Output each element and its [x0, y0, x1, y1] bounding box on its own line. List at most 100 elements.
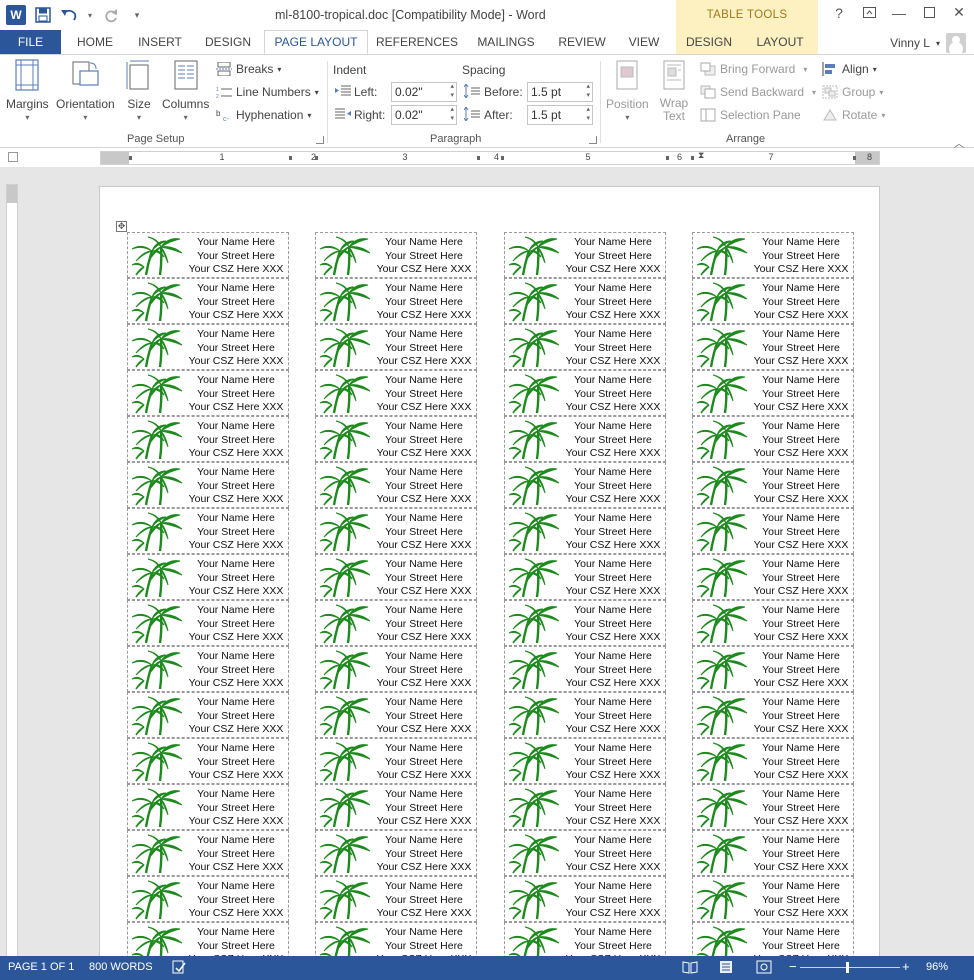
address-label-cell[interactable]: Your Name HereYour Street HereYour CSZ H…	[504, 324, 666, 370]
paragraph-launcher-icon[interactable]	[589, 136, 597, 144]
redo-icon[interactable]	[102, 6, 120, 24]
indent-left-input[interactable]: 0.02"	[391, 82, 457, 102]
group-button[interactable]: Group ▾	[822, 82, 883, 102]
address-label-cell[interactable]: Your Name HereYour Street HereYour CSZ H…	[315, 508, 477, 554]
tab-table-layout[interactable]: LAYOUT	[742, 30, 818, 54]
address-label-cell[interactable]: Your Name HereYour Street HereYour CSZ H…	[315, 462, 477, 508]
selection-pane-button[interactable]: Selection Pane	[700, 105, 801, 125]
help-icon[interactable]: ?	[832, 5, 846, 21]
address-label-cell[interactable]: Your Name HereYour Street HereYour CSZ H…	[504, 922, 666, 956]
address-label-cell[interactable]: Your Name HereYour Street HereYour CSZ H…	[127, 416, 289, 462]
address-label-cell[interactable]: Your Name HereYour Street HereYour CSZ H…	[504, 646, 666, 692]
address-label-cell[interactable]: Your Name HereYour Street HereYour CSZ H…	[127, 508, 289, 554]
address-label-cell[interactable]: Your Name HereYour Street HereYour CSZ H…	[504, 554, 666, 600]
bring-forward-button[interactable]: Bring Forward ▾	[700, 59, 807, 79]
address-label-cell[interactable]: Your Name HereYour Street HereYour CSZ H…	[127, 554, 289, 600]
save-icon[interactable]	[34, 6, 52, 24]
proofing-icon[interactable]	[172, 960, 186, 977]
align-button[interactable]: Align ▾	[822, 59, 877, 79]
address-label-cell[interactable]: Your Name HereYour Street HereYour CSZ H…	[315, 830, 477, 876]
read-mode-icon[interactable]	[682, 960, 698, 977]
address-label-cell[interactable]: Your Name HereYour Street HereYour CSZ H…	[692, 692, 854, 738]
address-label-cell[interactable]: Your Name HereYour Street HereYour CSZ H…	[504, 692, 666, 738]
word-count[interactable]: 800 WORDS	[89, 961, 153, 973]
zoom-level[interactable]: 96%	[926, 961, 948, 973]
size-button[interactable]: Size ▾	[124, 59, 154, 122]
breaks-button[interactable]: Breaks ▾	[216, 59, 281, 79]
page-count[interactable]: PAGE 1 OF 1	[8, 961, 74, 973]
position-button[interactable]: Position ▾	[606, 59, 649, 122]
address-label-cell[interactable]: Your Name HereYour Street HereYour CSZ H…	[692, 508, 854, 554]
address-label-cell[interactable]: Your Name HereYour Street HereYour CSZ H…	[315, 554, 477, 600]
tab-review[interactable]: REVIEW	[554, 30, 610, 54]
vertical-ruler[interactable]	[6, 184, 18, 956]
address-label-cell[interactable]: Your Name HereYour Street HereYour CSZ H…	[692, 738, 854, 784]
address-label-cell[interactable]: Your Name HereYour Street HereYour CSZ H…	[127, 784, 289, 830]
tab-home[interactable]: HOME	[66, 30, 124, 54]
address-label-cell[interactable]: Your Name HereYour Street HereYour CSZ H…	[692, 324, 854, 370]
ribbon-display-options-icon[interactable]	[862, 5, 876, 21]
web-layout-icon[interactable]	[756, 960, 772, 977]
undo-icon[interactable]	[60, 6, 78, 24]
address-label-cell[interactable]: Your Name HereYour Street HereYour CSZ H…	[315, 232, 477, 278]
address-label-cell[interactable]: Your Name HereYour Street HereYour CSZ H…	[692, 784, 854, 830]
margins-button[interactable]: Margins ▾	[6, 59, 49, 122]
hyphenation-button[interactable]: b c- Hyphenation ▾	[216, 105, 311, 125]
address-label-cell[interactable]: Your Name HereYour Street HereYour CSZ H…	[504, 232, 666, 278]
tab-selector-icon[interactable]	[8, 152, 18, 162]
customize-qat-icon[interactable]: ▾	[128, 6, 146, 24]
address-label-cell[interactable]: Your Name HereYour Street HereYour CSZ H…	[504, 784, 666, 830]
address-label-cell[interactable]: Your Name HereYour Street HereYour CSZ H…	[127, 600, 289, 646]
address-label-cell[interactable]: Your Name HereYour Street HereYour CSZ H…	[504, 416, 666, 462]
address-label-cell[interactable]: Your Name HereYour Street HereYour CSZ H…	[692, 416, 854, 462]
tab-mailings[interactable]: MAILINGS	[472, 30, 540, 54]
ruler-column-marker[interactable]	[477, 156, 480, 160]
address-label-cell[interactable]: Your Name HereYour Street HereYour CSZ H…	[127, 876, 289, 922]
word-logo-icon[interactable]: W	[6, 5, 26, 25]
address-label-cell[interactable]: Your Name HereYour Street HereYour CSZ H…	[692, 830, 854, 876]
address-label-cell[interactable]: Your Name HereYour Street HereYour CSZ H…	[127, 278, 289, 324]
address-label-cell[interactable]: Your Name HereYour Street HereYour CSZ H…	[315, 370, 477, 416]
spacing-after-input[interactable]: 1.5 pt	[527, 105, 593, 125]
zoom-slider-thumb[interactable]	[846, 962, 849, 973]
address-label-cell[interactable]: Your Name HereYour Street HereYour CSZ H…	[692, 370, 854, 416]
restore-icon[interactable]	[922, 5, 936, 21]
spacing-before-input[interactable]: 1.5 pt	[527, 82, 593, 102]
address-label-cell[interactable]: Your Name HereYour Street HereYour CSZ H…	[127, 232, 289, 278]
close-icon[interactable]: ✕	[952, 4, 966, 21]
address-label-cell[interactable]: Your Name HereYour Street HereYour CSZ H…	[504, 278, 666, 324]
address-label-cell[interactable]: Your Name HereYour Street HereYour CSZ H…	[504, 738, 666, 784]
address-label-cell[interactable]: Your Name HereYour Street HereYour CSZ H…	[504, 830, 666, 876]
indent-right-input[interactable]: 0.02"	[391, 105, 457, 125]
orientation-button[interactable]: Orientation ▾	[56, 59, 115, 122]
address-label-cell[interactable]: Your Name HereYour Street HereYour CSZ H…	[504, 600, 666, 646]
send-backward-button[interactable]: Send Backward ▾	[700, 82, 816, 102]
horizontal-ruler[interactable]: 1 2 3 4 5 6 7 8 ⧗	[100, 150, 880, 165]
address-label-cell[interactable]: Your Name HereYour Street HereYour CSZ H…	[127, 370, 289, 416]
columns-button[interactable]: Columns ▾	[162, 59, 209, 122]
address-label-cell[interactable]: Your Name HereYour Street HereYour CSZ H…	[504, 370, 666, 416]
address-label-cell[interactable]: Your Name HereYour Street HereYour CSZ H…	[692, 278, 854, 324]
address-label-cell[interactable]: Your Name HereYour Street HereYour CSZ H…	[504, 462, 666, 508]
ruler-indent-marker-icon[interactable]: ⧗	[698, 150, 704, 161]
address-label-cell[interactable]: Your Name HereYour Street HereYour CSZ H…	[315, 324, 477, 370]
ruler-column-marker[interactable]	[289, 156, 292, 160]
address-label-cell[interactable]: Your Name HereYour Street HereYour CSZ H…	[315, 922, 477, 956]
address-label-cell[interactable]: Your Name HereYour Street HereYour CSZ H…	[127, 324, 289, 370]
address-label-cell[interactable]: Your Name HereYour Street HereYour CSZ H…	[692, 462, 854, 508]
zoom-out-icon[interactable]: −	[789, 959, 797, 974]
minimize-icon[interactable]: —	[892, 5, 906, 21]
address-label-cell[interactable]: Your Name HereYour Street HereYour CSZ H…	[692, 232, 854, 278]
address-label-cell[interactable]: Your Name HereYour Street HereYour CSZ H…	[315, 646, 477, 692]
undo-dropdown-icon[interactable]: ▾	[86, 6, 94, 24]
ruler-column-marker[interactable]	[129, 156, 132, 160]
tab-file[interactable]: FILE	[0, 30, 61, 54]
address-label-cell[interactable]: Your Name HereYour Street HereYour CSZ H…	[127, 738, 289, 784]
ruler-column-marker[interactable]	[666, 156, 669, 160]
page-setup-launcher-icon[interactable]	[316, 136, 324, 144]
address-label-cell[interactable]: Your Name HereYour Street HereYour CSZ H…	[315, 876, 477, 922]
print-layout-icon[interactable]	[718, 960, 734, 977]
document-page[interactable]: ✥ Your Name Here Your Street Here Your CSZ…	[99, 186, 880, 956]
ruler-column-marker[interactable]	[315, 156, 318, 160]
address-label-cell[interactable]: Your Name HereYour Street HereYour CSZ H…	[127, 646, 289, 692]
